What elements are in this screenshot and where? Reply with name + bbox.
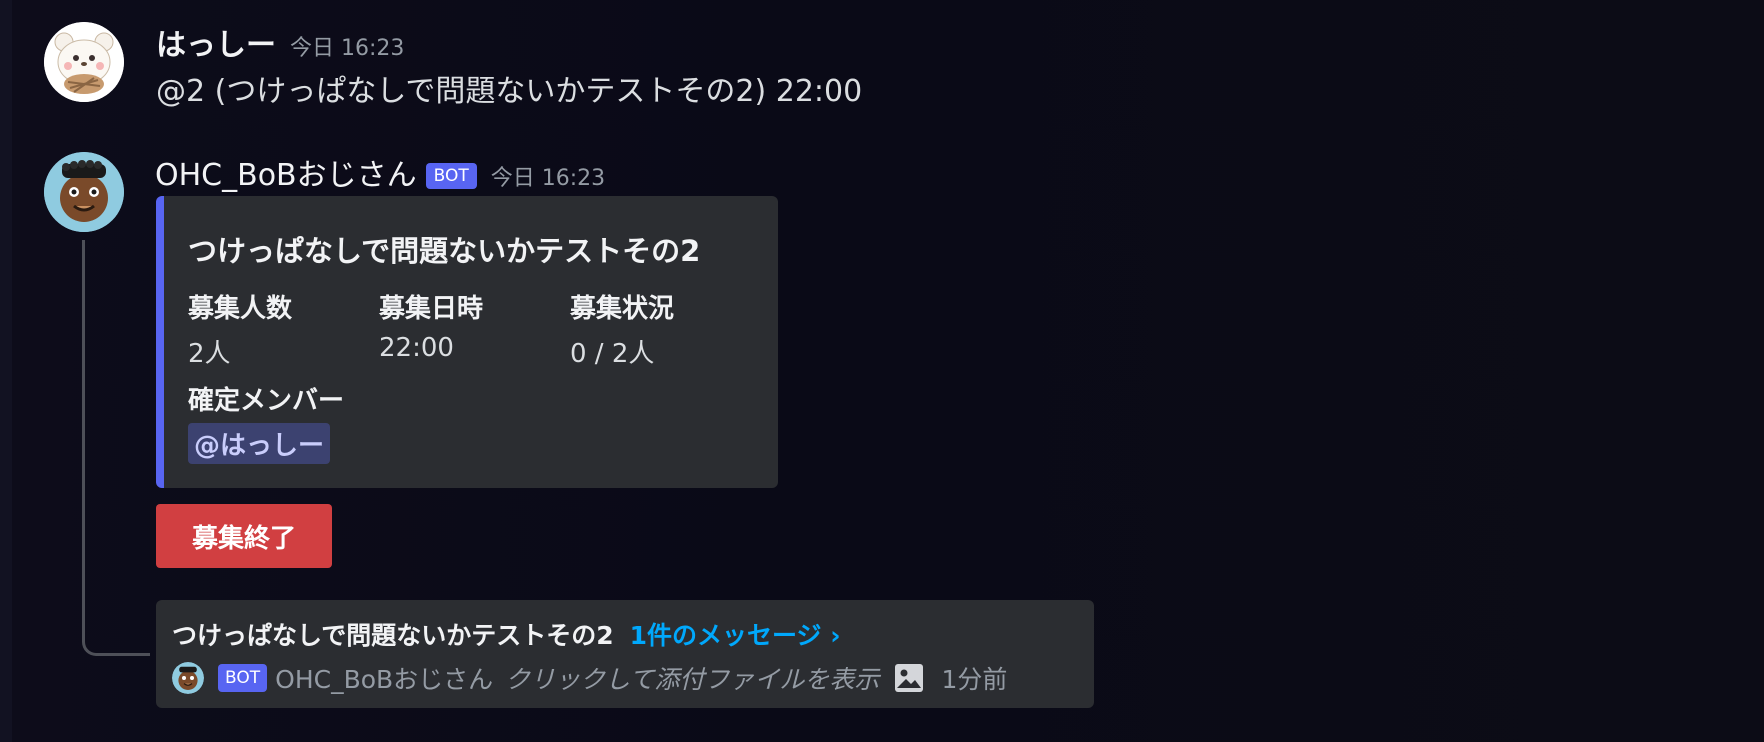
bear-avatar-icon: [44, 22, 124, 102]
field-value: @はっしー: [188, 423, 344, 464]
message-header: はっしー 今日 16:23: [156, 20, 404, 64]
field-name: 募集日時: [379, 294, 484, 324]
bob-avatar-icon: [172, 662, 204, 694]
thread-card[interactable]: つけっぱなしで問題ないかテストその2 1件のメッセージ › BOT OHC_Bo…: [156, 600, 1094, 708]
author-name[interactable]: はっしー: [156, 20, 276, 64]
bot-badge: BOT: [425, 163, 477, 189]
thread-message-count-link[interactable]: 1件のメッセージ ›: [630, 616, 841, 652]
embed-card: つけっぱなしで問題ないかテストその2 募集人数 2人 募集日時 22:00 募集…: [156, 196, 778, 488]
thread-connector-line: [82, 240, 150, 656]
field-value: 0 / 2人: [570, 339, 655, 369]
bot-badge: BOT: [218, 664, 268, 692]
thread-preview-text: クリックして添付ファイルを表示: [505, 665, 880, 694]
thread-title-row: つけっぱなしで問題ないかテストその2 1件のメッセージ ›: [172, 616, 841, 652]
field-confirmed-members: 確定メンバー @はっしー: [188, 380, 344, 464]
thread-preview-time: 1分前: [941, 665, 1008, 694]
field-name: 確定メンバー: [188, 386, 345, 416]
timestamp: 今日 16:23: [490, 166, 606, 191]
field-recruit-status: 募集状況 0 / 2人: [570, 288, 674, 370]
thread-preview: BOT OHC_BoBおじさん クリックして添付ファイルを表示 1分前: [172, 660, 1007, 696]
bob-avatar-icon: [44, 152, 124, 232]
timestamp: 今日 16:23: [290, 36, 405, 61]
embed-title: つけっぱなしで問題ないかテストその2: [188, 234, 701, 268]
message-content: @2 (つけっぱなしで問題ないかテストその2) 22:00: [156, 74, 863, 109]
field-name: 募集人数: [188, 294, 293, 324]
field-recruit-datetime: 募集日時 22:00: [379, 288, 483, 363]
end-recruitment-button[interactable]: 募集終了: [156, 504, 332, 568]
message-header: OHC_BoBおじさん BOT 今日 16:23: [155, 150, 605, 194]
field-value: 2人: [188, 339, 231, 369]
field-value: 22:00: [379, 333, 454, 363]
field-name: 募集状況: [570, 294, 675, 324]
thread-preview-author: OHC_BoBおじさん: [275, 665, 494, 694]
avatar-bot-small: [172, 662, 204, 694]
avatar-bot[interactable]: [44, 152, 124, 232]
author-name[interactable]: OHC_BoBおじさん: [155, 150, 417, 194]
avatar-hasshi[interactable]: [44, 22, 124, 102]
left-edge-strip: [0, 0, 12, 742]
thread-name[interactable]: つけっぱなしで問題ないかテストその2: [172, 616, 614, 652]
user-mention[interactable]: @はっしー: [188, 423, 331, 464]
image-icon: [895, 664, 924, 692]
field-recruit-count: 募集人数 2人: [188, 288, 292, 370]
